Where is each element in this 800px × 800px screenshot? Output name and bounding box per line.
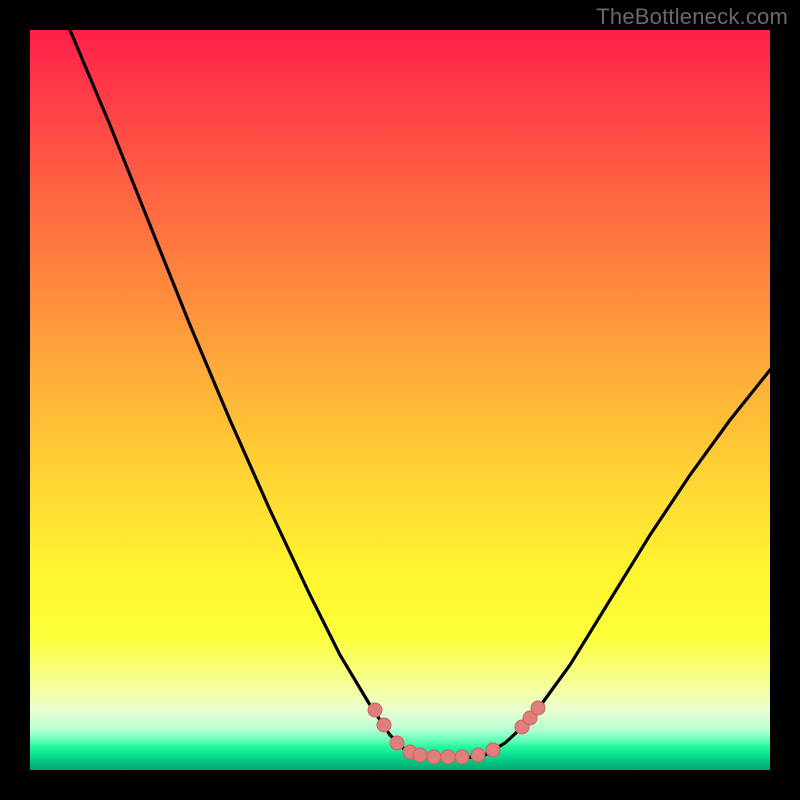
chart-svg [30, 30, 770, 770]
curve-right-branch [485, 370, 770, 755]
highlight-marker [531, 701, 545, 715]
watermark-label: TheBottleneck.com [596, 4, 788, 30]
highlight-marker [471, 748, 485, 762]
chart-plot-area [30, 30, 770, 770]
bottleneck-curve [70, 30, 770, 758]
curve-left-branch [70, 30, 415, 755]
highlight-markers [368, 701, 545, 764]
highlight-marker [441, 750, 455, 764]
highlight-marker [368, 703, 382, 717]
highlight-marker [413, 748, 427, 762]
highlight-marker [427, 750, 441, 764]
highlight-marker [455, 750, 469, 764]
highlight-marker [486, 743, 500, 757]
highlight-marker [377, 718, 391, 732]
chart-frame: TheBottleneck.com [0, 0, 800, 800]
highlight-marker [390, 736, 404, 750]
